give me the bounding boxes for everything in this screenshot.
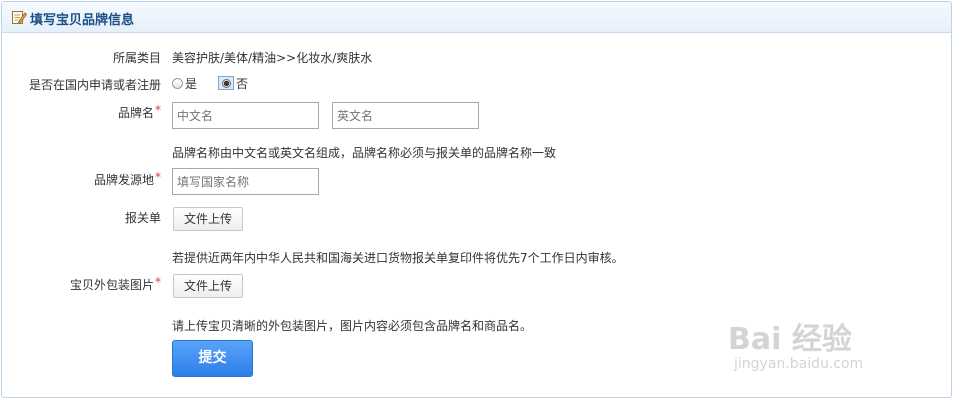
brand-name-label-text: 品牌名 [117,106,154,120]
customs-hint: 若提供近两年内中华人民共和国海关进口货物报关单复印件将优先7个工作日内审核。 [172,251,624,265]
brand-cn-input[interactable] [172,102,319,129]
category-value: 美容护肤/美体/精油>>化妆水/爽肤水 [172,51,373,65]
package-upload-button[interactable]: 文件上传 [173,274,243,298]
radio-no[interactable]: 否 [218,74,248,92]
required-mark: * [155,170,161,184]
watermark-logo: Bai 经验 [728,322,852,357]
baidu-jingyan-watermark: Bai 经验 jingyan.baidu.com [728,314,863,372]
package-label: 宝贝外包装图片* [0,275,161,293]
brand-hint: 品牌名称由中文名或英文名组成，品牌名称必须与报关单的品牌名称一致 [172,146,557,160]
origin-label-text: 品牌发源地 [93,173,154,187]
category-label: 所属类目 [112,51,161,65]
edit-icon [11,9,28,25]
brand-name-label: 品牌名* [0,103,161,121]
required-mark: * [155,275,161,289]
origin-input[interactable] [172,168,319,195]
radio-yes[interactable]: 是 [172,74,197,92]
package-label-text: 宝贝外包装图片 [69,278,154,292]
watermark-url: jingyan.baidu.com [734,356,864,372]
customs-label: 报关单 [124,211,161,225]
brand-en-input[interactable] [332,102,479,129]
origin-label: 品牌发源地* [0,170,161,188]
radio-yes-label: 是 [185,76,198,91]
customs-upload-button[interactable]: 文件上传 [173,207,243,231]
required-mark: * [155,103,161,117]
package-hint: 请上传宝贝清晰的外包装图片，图片内容必须包含品牌名和商品名。 [172,319,533,333]
radio-yes-button[interactable] [172,77,183,89]
radio-no-label: 否 [236,76,249,91]
registered-label: 是否在国内申请或者注册 [28,78,161,92]
panel-header: 填写宝贝品牌信息 [2,2,951,33]
radio-no-button[interactable] [218,76,234,90]
submit-button[interactable]: 提交 [172,340,253,377]
page-title: 填写宝贝品牌信息 [30,13,135,28]
